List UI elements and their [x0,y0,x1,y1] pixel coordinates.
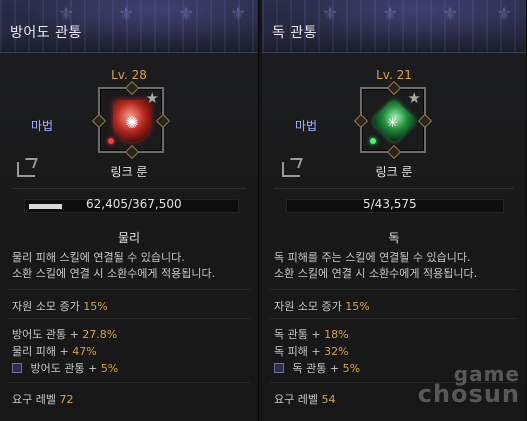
fleur-icon: ⚜ [322,4,339,25]
stat-label: 방어도 관통 + [30,362,98,375]
experience-bar-fill [29,204,62,209]
rune-description: 독 피해를 주는 스킬에 연결될 수 있습니다. 소환 스킬에 연결 시 소환수… [274,250,520,282]
description-line: 소환 스킬에 연결 시 소환수에게 적용됩니다. [12,267,216,280]
tooltip-header: ⚜ ⚜ ⚜ ⚜ 독 관통 [262,0,526,53]
stat-value: 27.8% [82,328,118,341]
rune-level: Lv. 28 [111,68,147,82]
frame-corner-right [155,113,171,129]
required-level-label: 요구 레벨 [274,393,318,406]
stat-value: 47% [72,345,97,358]
stat-line: 물리 피해 + 47% [12,343,97,359]
bonus-checkbox-icon [274,363,284,373]
green-socket-icon [370,138,376,144]
rune-icon-slot[interactable]: ✳ ★ [353,80,433,160]
required-level-value: 72 [59,393,74,406]
stat-line-bonus: 독 관통 + 5% [274,360,360,376]
frame-corner-right [417,113,433,129]
fleur-icon: ⚜ [382,4,399,25]
bonus-checkbox-icon [12,363,22,373]
tooltip-header: ⚜ ⚜ ⚜ ⚜ 방어도 관통 [0,0,258,53]
frame-corner-bottom [124,144,140,160]
stat-line: 방어도 관통 + 27.8% [12,326,117,342]
description-line: 물리 피해 스킬에 연결될 수 있습니다. [12,251,185,264]
required-level: 요구 레벨 54 [274,391,335,407]
stat-value: 32% [324,345,349,358]
fleur-icon: ⚜ [118,4,135,25]
description-line: 소환 스킬에 연결 시 소환수에게 적용됩니다. [274,267,478,280]
stat-label: 독 관통 + [274,328,321,341]
required-level-label: 요구 레벨 [12,393,56,406]
red-socket-icon [108,138,114,144]
resource-cost-label: 자원 소모 증가 [12,300,80,313]
description-line: 독 피해를 주는 스킬에 연결될 수 있습니다. [274,251,471,264]
site-watermark-logo: game chosun [417,364,520,408]
fleur-icon: ⚜ [442,4,459,25]
stat-label: 물리 피해 + [12,345,69,358]
cross-glyph-icon: ✳ [387,114,399,131]
favorite-star-icon[interactable]: ★ [146,89,159,107]
experience-text: 5/43,575 [363,197,417,211]
stat-line-bonus: 방어도 관통 + 5% [12,360,118,376]
divider [12,188,246,189]
stat-label: 독 피해 + [274,345,321,358]
rune-type-label: 링크 룬 [110,165,148,179]
stat-label: 독 관통 + [292,362,340,375]
rune-type-label: 링크 룬 [375,165,413,179]
rune-description: 물리 피해 스킬에 연결될 수 있습니다. 소환 스킬에 연결 시 소환수에게 … [12,250,252,282]
rune-level: Lv. 21 [376,68,412,82]
stat-value: 5% [342,362,361,375]
stat-value: 5% [100,362,119,375]
stat-label: 방어도 관통 + [12,328,79,341]
rune-tooltip-armor-penetration: ⚜ ⚜ ⚜ ⚜ 방어도 관통 Lv. 28 마법 ✺ ★ 링크 룬 62,405… [0,0,259,421]
fleur-icon: ⚜ [496,4,513,25]
rune-category: 마법 [295,119,318,133]
experience-text: 62,405/367,500 [86,197,182,211]
watermark-line: chosun [417,380,520,408]
fleur-icon: ⚜ [230,4,247,25]
stat-line: 독 관통 + 18% [274,326,349,342]
stat-line: 독 피해 + 32% [274,343,349,359]
resource-cost-value: 15% [83,300,108,313]
divider [8,382,250,383]
resource-cost-stat: 자원 소모 증가 15% [274,298,370,314]
rune-category: 마법 [31,119,54,133]
divider [8,289,250,290]
tooltip-title: 방어도 관통 [10,25,82,41]
frame-corner-bottom [386,144,402,160]
required-level-value: 54 [321,393,336,406]
frame-corner-left [353,113,369,129]
damage-type: 독 [388,231,400,245]
frame-corner-top [386,80,402,96]
divider [274,188,514,189]
sun-glyph-icon: ✺ [125,113,139,132]
tooltip-title: 독 관통 [272,25,318,41]
divider [270,289,518,290]
resource-cost-value: 15% [345,300,370,313]
divider [270,318,518,319]
damage-type: 물리 [117,231,141,245]
stat-value: 18% [324,328,349,341]
required-level: 요구 레벨 72 [12,391,73,407]
resource-cost-label: 자원 소모 증가 [274,300,342,313]
rune-icon-slot[interactable]: ✺ ★ [91,80,171,160]
resource-cost-stat: 자원 소모 증가 15% [12,298,108,314]
frame-corner-top [124,80,140,96]
fleur-icon: ⚜ [178,4,195,25]
frame-corner-left [91,113,107,129]
divider [8,318,250,319]
rune-tooltip-poison-penetration: ⚜ ⚜ ⚜ ⚜ 독 관통 Lv. 21 마법 ✳ ★ 링크 룬 5/43,575… [262,0,527,421]
favorite-star-icon[interactable]: ★ [408,89,421,107]
